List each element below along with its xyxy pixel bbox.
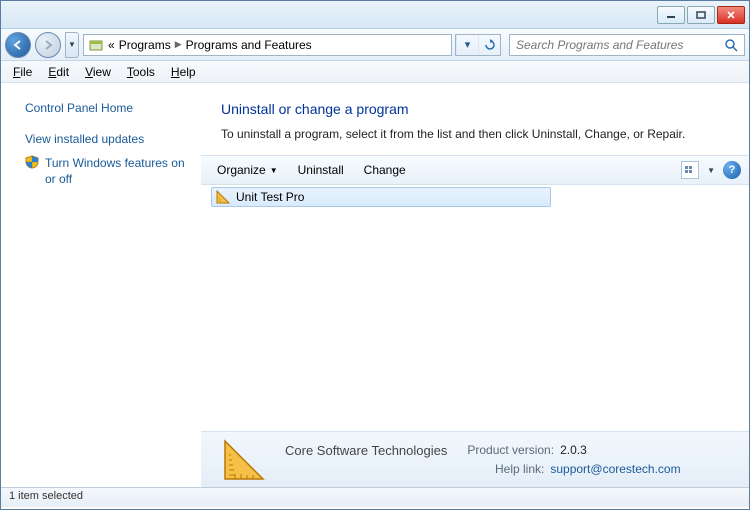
toolbar: Organize ▼ Uninstall Change ▼ ? bbox=[201, 155, 749, 185]
protractor-icon bbox=[221, 437, 267, 483]
menu-help[interactable]: Help bbox=[165, 63, 202, 81]
menu-edit[interactable]: Edit bbox=[42, 63, 75, 81]
search-input[interactable] bbox=[516, 38, 724, 52]
refresh-icon bbox=[484, 39, 496, 51]
sidebar-item-label: View installed updates bbox=[25, 131, 144, 147]
publisher-name: Core Software Technologies bbox=[285, 441, 447, 461]
menubar: File Edit View Tools Help bbox=[1, 61, 749, 83]
address-bar[interactable]: « Programs ▶ Programs and Features bbox=[83, 34, 452, 56]
view-installed-updates-link[interactable]: View installed updates bbox=[25, 131, 189, 147]
arrow-right-icon bbox=[41, 38, 55, 52]
close-button[interactable] bbox=[717, 6, 745, 24]
menu-file[interactable]: File bbox=[7, 63, 38, 81]
minimize-button[interactable] bbox=[657, 6, 685, 24]
window-buttons bbox=[657, 6, 745, 24]
arrow-left-icon bbox=[11, 38, 25, 52]
organize-button[interactable]: Organize ▼ bbox=[209, 160, 286, 180]
program-list-item[interactable]: Unit Test Pro bbox=[211, 187, 551, 207]
content: Uninstall or change a program To uninsta… bbox=[201, 83, 749, 487]
chevron-right-icon: ▶ bbox=[175, 39, 182, 50]
search-box[interactable] bbox=[509, 34, 745, 56]
breadcrumb-level1[interactable]: Programs bbox=[119, 38, 171, 52]
windows-features-link[interactable]: Turn Windows features on or off bbox=[25, 155, 189, 187]
address-buttons: ▾ bbox=[455, 34, 501, 56]
view-icon bbox=[684, 165, 696, 175]
maximize-button[interactable] bbox=[687, 6, 715, 24]
programs-icon bbox=[88, 37, 104, 53]
help-link[interactable]: support@corestech.com bbox=[550, 460, 680, 478]
menu-tools[interactable]: Tools bbox=[121, 63, 161, 81]
control-panel-home-link[interactable]: Control Panel Home bbox=[25, 101, 189, 115]
statusbar: 1 item selected bbox=[1, 487, 749, 507]
main: Control Panel Home View installed update… bbox=[1, 83, 749, 487]
product-version-value: 2.0.3 bbox=[560, 441, 587, 461]
sidebar-item-label: Turn Windows features on or off bbox=[45, 155, 189, 187]
product-version-label: Product version: bbox=[467, 441, 554, 461]
forward-button[interactable] bbox=[35, 32, 61, 58]
sidebar: Control Panel Home View installed update… bbox=[1, 83, 201, 487]
back-button[interactable] bbox=[5, 32, 31, 58]
program-list: Unit Test Pro bbox=[201, 185, 749, 431]
titlebar bbox=[1, 1, 749, 29]
maximize-icon bbox=[696, 11, 706, 19]
page-heading: Uninstall or change a program bbox=[201, 83, 749, 123]
refresh-button[interactable] bbox=[478, 35, 500, 55]
protractor-icon bbox=[216, 190, 230, 204]
navbar: ▼ « Programs ▶ Programs and Features ▾ bbox=[1, 29, 749, 61]
menu-view[interactable]: View bbox=[79, 63, 117, 81]
minimize-icon bbox=[666, 11, 676, 19]
change-button[interactable]: Change bbox=[356, 160, 414, 180]
page-subtext: To uninstall a program, select it from t… bbox=[201, 123, 749, 155]
help-button[interactable]: ? bbox=[723, 161, 741, 179]
breadcrumb-prefix[interactable]: « bbox=[108, 38, 115, 52]
breadcrumb-level2[interactable]: Programs and Features bbox=[186, 38, 312, 52]
uninstall-button[interactable]: Uninstall bbox=[290, 160, 352, 180]
nav-history-dropdown[interactable]: ▼ bbox=[65, 32, 79, 58]
details-pane: Core Software Technologies Product versi… bbox=[201, 431, 749, 487]
close-icon bbox=[726, 11, 736, 19]
search-icon bbox=[724, 38, 738, 52]
chevron-down-icon: ▼ bbox=[270, 166, 278, 175]
address-dropdown[interactable]: ▾ bbox=[456, 35, 478, 55]
shield-icon bbox=[25, 155, 39, 169]
status-text: 1 item selected bbox=[9, 490, 83, 502]
program-name: Unit Test Pro bbox=[236, 190, 304, 204]
view-options-dropdown[interactable]: ▼ bbox=[703, 166, 719, 175]
help-link-label: Help link: bbox=[495, 460, 544, 478]
view-options-button[interactable] bbox=[681, 161, 699, 179]
